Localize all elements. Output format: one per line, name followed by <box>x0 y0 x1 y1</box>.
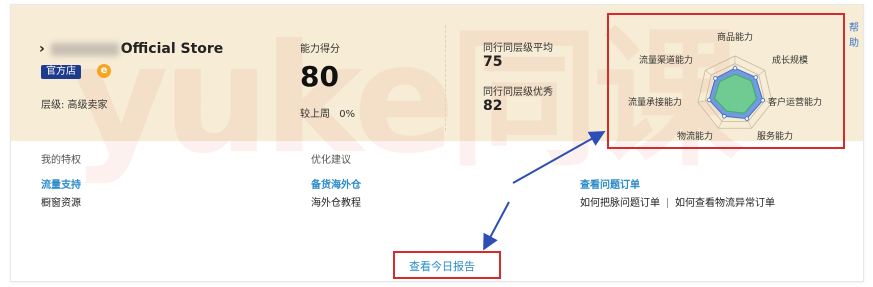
store-ability-card: yuke同课 › Official Store 官方店 e 层级: 高级卖家 能… <box>10 4 864 282</box>
annotation-arrows <box>483 131 606 251</box>
arrow-to-radar <box>512 131 606 184</box>
view-today-report-link[interactable]: 查看今日报告 <box>409 258 475 274</box>
arrow-to-report <box>483 201 510 251</box>
